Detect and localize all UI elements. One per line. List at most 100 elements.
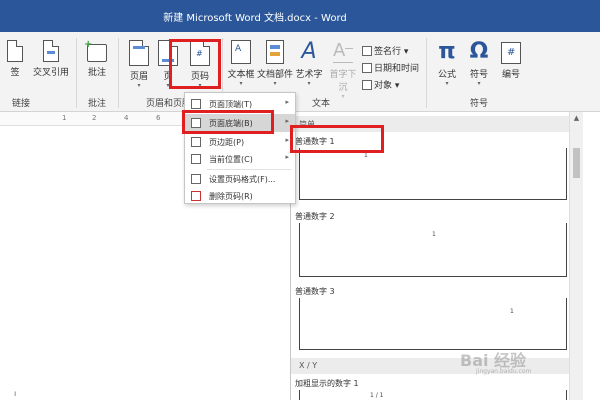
page-number-preview: 1 / 1: [370, 392, 384, 399]
format-page-numbers-icon: [191, 174, 201, 184]
chevron-right-icon: ▸: [285, 98, 289, 106]
window-title: 新建 Microsoft Word 文档.docx - Word: [163, 13, 347, 24]
chevron-right-icon: ▸: [285, 153, 289, 161]
page-top-icon: [191, 99, 201, 109]
ruler-tick: 4: [124, 114, 129, 122]
comment-icon: +: [84, 39, 107, 62]
highlight-bottom-of-page: [182, 110, 274, 134]
wordart-button[interactable]: A 艺术字 ▾: [294, 40, 324, 87]
new-comment-button[interactable]: + 批注: [82, 39, 112, 78]
wordart-icon: A: [301, 39, 317, 64]
bookmark-button[interactable]: 签: [4, 40, 26, 78]
chevron-right-icon: ▸: [285, 136, 289, 144]
menu-item-page-margins[interactable]: 页边距(P) ▸: [185, 133, 295, 151]
menu-item-label: 设置页码格式(F)...: [209, 175, 276, 184]
chevron-down-icon: ▾: [477, 80, 481, 87]
comment-label: 批注: [87, 68, 106, 78]
chevron-down-icon: ▾: [445, 80, 449, 87]
gallery-item-plain-number-1[interactable]: 1: [299, 148, 567, 200]
gallery-scrollbar[interactable]: ▲: [569, 112, 583, 400]
current-position-icon: [191, 154, 201, 164]
scroll-up-icon[interactable]: ▲: [570, 114, 583, 122]
gallery-item-plain-number-3[interactable]: 1: [299, 298, 567, 350]
page-number-preview: 1: [432, 231, 436, 238]
remove-page-numbers-icon: [191, 191, 201, 201]
drop-cap-button[interactable]: A 首字下沉 ▾: [326, 40, 360, 100]
bookmark-label: 签: [10, 68, 20, 78]
menu-item-remove-page-numbers[interactable]: 删除页码(R): [185, 187, 295, 205]
signature-icon: [362, 46, 372, 56]
text-cursor-mark: ı: [14, 389, 17, 398]
drop-cap-icon: A: [333, 40, 353, 64]
gallery-item-plain-number-2[interactable]: 1: [299, 223, 567, 277]
group-label-comments: 批注: [88, 99, 107, 109]
ribbon-insert: 签 交叉引用 链接 + 批注 批注 页眉 ▾ 页 ▾ # 页码 ▾ 页眉和页脚 …: [0, 32, 600, 112]
cross-reference-label: 交叉引用: [32, 68, 69, 78]
highlight-plain-number-1: [290, 125, 384, 153]
header-button[interactable]: 页眉 ▾: [124, 40, 154, 89]
quick-parts-icon: [266, 40, 284, 64]
gallery-item-label: 普通数字 3: [295, 287, 335, 296]
gallery-item-label: 普通数字 2: [295, 212, 335, 221]
signature-label: 签名行: [374, 47, 402, 57]
wordart-label: 艺术字: [295, 70, 323, 80]
object-label: 对象: [374, 81, 393, 91]
page-number-preview: 1: [364, 152, 368, 159]
textbox-label: 文本框: [227, 70, 255, 80]
chevron-right-icon: ▸: [285, 117, 289, 125]
ruler-tick: 1: [62, 114, 67, 122]
ribbon-separator: [76, 38, 77, 108]
equation-label: 公式: [437, 70, 456, 80]
numbering-label: 编号: [501, 70, 520, 80]
omega-icon: Ω: [469, 39, 489, 64]
date-time-button[interactable]: 日期和时间: [362, 61, 419, 74]
quick-parts-button[interactable]: 文档部件 ▾: [257, 40, 293, 87]
symbol-button[interactable]: Ω 符号 ▾: [464, 40, 494, 87]
ribbon-separator: [118, 38, 119, 108]
header-icon: [129, 40, 149, 66]
menu-item-label: 删除页码(R): [209, 192, 253, 201]
menu-item-label: 页边距(P): [209, 138, 245, 147]
group-label-text: 文本: [312, 99, 331, 109]
quick-parts-label: 文档部件: [257, 70, 294, 80]
chevron-down-icon: ▾: [239, 80, 243, 87]
ribbon-separator: [426, 38, 427, 108]
drop-cap-label: 首字下沉: [329, 70, 357, 93]
textbox-button[interactable]: A 文本框 ▾: [226, 40, 256, 87]
page-number-gallery: 简单 普通数字 1 1 普通数字 2 1 普通数字 3 1 X / Y 加粗显示…: [290, 112, 584, 400]
menu-item-label: 当前位置(C): [209, 155, 253, 164]
signature-line-button[interactable]: 签名行 ▾: [362, 44, 408, 57]
title-bar: 新建 Microsoft Word 文档.docx - Word: [0, 0, 600, 32]
ruler-tick: 6: [156, 114, 161, 122]
gallery-item-bold-number-1[interactable]: 1 / 1: [299, 390, 567, 400]
object-icon: [362, 80, 372, 90]
object-button[interactable]: 对象 ▾: [362, 78, 399, 91]
chevron-down-icon: ▾: [137, 82, 141, 89]
page-number-menu: 页面顶端(T) ▸ 页面底端(B) ▸ 页边距(P) ▸ 当前位置(C) ▸ 设…: [184, 92, 296, 204]
chevron-down-icon: ▾: [307, 80, 311, 87]
equation-button[interactable]: π 公式 ▾: [432, 40, 462, 87]
ruler-tick: 2: [92, 114, 97, 122]
header-label: 页眉: [129, 72, 148, 82]
highlight-page-number-button: [169, 39, 221, 89]
numbering-button[interactable]: # 编号: [496, 40, 526, 80]
pi-icon: π: [438, 39, 456, 64]
symbol-label: 符号: [469, 70, 488, 80]
cross-reference-icon: [43, 40, 59, 62]
group-label-symbols: 符号: [470, 99, 489, 109]
numbering-icon: #: [501, 42, 521, 64]
date-time-label: 日期和时间: [374, 64, 420, 74]
gallery-item-label: 加粗显示的数字 1: [295, 379, 359, 388]
scrollbar-thumb[interactable]: [573, 148, 580, 178]
chevron-down-icon: ▾: [273, 80, 277, 87]
chevron-down-icon: ▾: [341, 93, 345, 100]
group-label-links: 链接: [12, 99, 31, 109]
baidu-watermark: Bai 经验 jingyan.baidu.com: [460, 351, 532, 375]
cross-reference-button[interactable]: 交叉引用: [30, 40, 72, 78]
menu-item-current-position[interactable]: 当前位置(C) ▸: [185, 150, 295, 168]
textbox-icon: A: [231, 40, 251, 64]
calendar-icon: [362, 63, 372, 73]
page-margins-icon: [191, 137, 201, 147]
bookmark-icon: [7, 40, 23, 62]
menu-item-format-page-numbers[interactable]: 设置页码格式(F)...: [185, 170, 295, 188]
